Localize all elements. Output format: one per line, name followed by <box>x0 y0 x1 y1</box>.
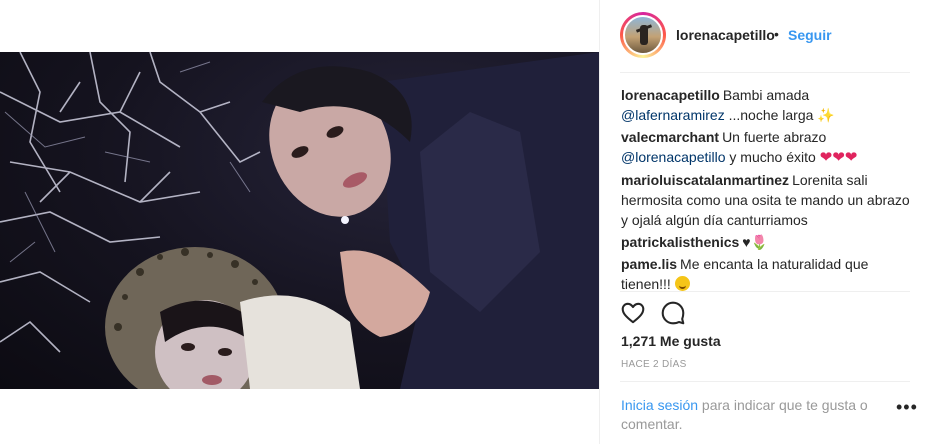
comment-text: Bambi amada <box>722 87 810 103</box>
comment-button[interactable] <box>660 300 686 326</box>
follow-button[interactable]: Seguir <box>788 27 832 43</box>
comment-mention[interactable]: @lorenacapetillo <box>621 149 726 165</box>
comment-icon <box>661 301 685 325</box>
comment-username[interactable]: patrickalisthenics <box>621 234 739 250</box>
comment-text: y mucho éxito <box>725 149 820 165</box>
like-button[interactable] <box>620 300 646 326</box>
comment-item: valecmarchant Un fuerte abrazo @lorenacap… <box>621 127 911 168</box>
comment-item: marioluiscatalanmartinez Lorenita sali he… <box>621 170 911 230</box>
comment-username[interactable]: pame.lis <box>621 256 677 272</box>
hearts-emoji: ❤❤❤ <box>819 149 858 166</box>
comment-username[interactable]: valecmarchant <box>621 129 719 145</box>
likes-count[interactable]: 1,271 Me gusta <box>621 333 721 349</box>
comment-mention[interactable]: @lafernaramirez <box>621 107 725 123</box>
comment-item: lorenacapetillo Bambi amada @lafernaramir… <box>621 85 911 125</box>
tulip-emoji: 🌷 <box>750 234 769 250</box>
avatar[interactable] <box>620 12 666 58</box>
comments-divider <box>620 291 910 292</box>
comment-item: patrickalisthenics ♥🌷 <box>621 232 911 252</box>
comment-username[interactable]: marioluiscatalanmartinez <box>621 172 789 188</box>
footer-divider <box>620 381 910 382</box>
post-window: lorenacapetillo • Seguir lorenacapetillo… <box>0 0 931 444</box>
more-options-button[interactable]: ••• <box>896 398 917 422</box>
comment-text: Un fuerte abrazo <box>722 129 827 145</box>
header-separator-dot: • <box>774 26 779 42</box>
avatar-image <box>623 15 663 55</box>
comment-text: ♥ <box>742 234 751 250</box>
comment-username[interactable]: lorenacapetillo <box>621 87 720 103</box>
post-photo[interactable] <box>0 52 599 389</box>
login-prompt: Inicia sesión para indicar que te gusta … <box>621 396 891 434</box>
sparkles-emoji: ✨ <box>817 107 835 123</box>
header-divider <box>620 72 910 73</box>
post-sidebar: lorenacapetillo • Seguir lorenacapetillo… <box>599 0 931 444</box>
smiley-emoji <box>674 276 690 291</box>
post-header: lorenacapetillo • Seguir <box>600 0 931 72</box>
login-link[interactable]: Inicia sesión <box>621 397 698 413</box>
comment-item: pame.lis Me encanta la naturalidad que ti… <box>621 254 911 294</box>
post-timestamp: HACE 2 DÍAS <box>621 359 687 370</box>
header-username[interactable]: lorenacapetillo <box>676 27 775 43</box>
comments-list: lorenacapetillo Bambi amada @lafernaramir… <box>621 85 911 296</box>
media-area <box>0 0 599 444</box>
comment-text: ...noche larga <box>724 107 818 123</box>
photo-illustration <box>0 52 599 389</box>
heart-icon <box>621 302 645 324</box>
more-options-icon: ••• <box>896 397 918 417</box>
